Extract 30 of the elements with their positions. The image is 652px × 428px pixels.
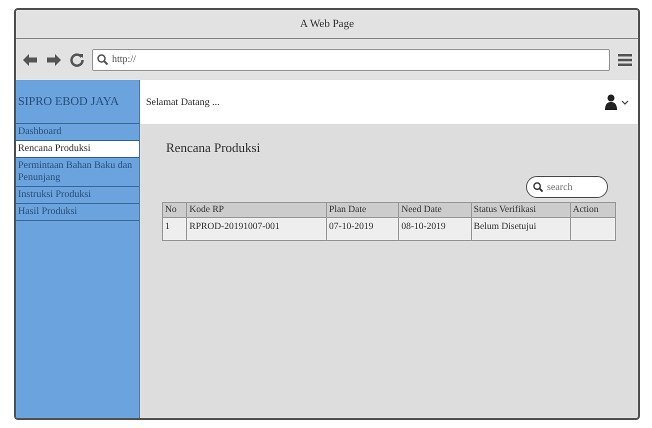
page-title: Rencana Produksi — [166, 140, 262, 156]
search-field[interactable]: search — [526, 176, 608, 198]
reload-icon[interactable] — [70, 52, 84, 66]
table-cell: Belum Disetujui — [471, 218, 570, 240]
menu-icon[interactable] — [618, 52, 632, 66]
search-icon — [97, 54, 108, 65]
column-header: Need Date — [398, 202, 472, 218]
url-field[interactable]: http:// — [92, 48, 610, 70]
table-cell: 07-10-2019 — [326, 218, 399, 240]
sidebar-item[interactable]: Hasil Produksi — [16, 204, 139, 221]
window-title: A Web Page — [300, 18, 354, 30]
sidebar-item[interactable]: Permintaan Bahan Baku dan Penunjang — [16, 158, 139, 187]
greeting-text: Selamat Datang ... — [146, 96, 220, 108]
column-header: Kode RP — [186, 202, 327, 218]
user-menu-icon[interactable] — [604, 94, 630, 110]
search-icon — [533, 182, 543, 192]
brand-name: SIPRO EBOD JAYA — [16, 80, 139, 124]
column-header: Action — [570, 202, 616, 218]
table-cell: 1 — [162, 218, 187, 240]
back-arrow-icon[interactable] — [22, 52, 38, 66]
column-header: Plan Date — [326, 202, 399, 218]
url-text: http:// — [112, 54, 136, 65]
sidebar-item[interactable]: Rencana Produksi — [16, 141, 139, 158]
sidebar-item[interactable]: Instruksi Produksi — [16, 187, 139, 204]
table-cell: 08-10-2019 — [398, 218, 472, 240]
column-header: Status Verifikasi — [471, 202, 570, 218]
column-header: No — [162, 202, 187, 218]
table-cell: RPROD-20191007-001 — [186, 218, 327, 240]
table-cell — [570, 218, 616, 240]
forward-arrow-icon[interactable] — [46, 52, 62, 66]
